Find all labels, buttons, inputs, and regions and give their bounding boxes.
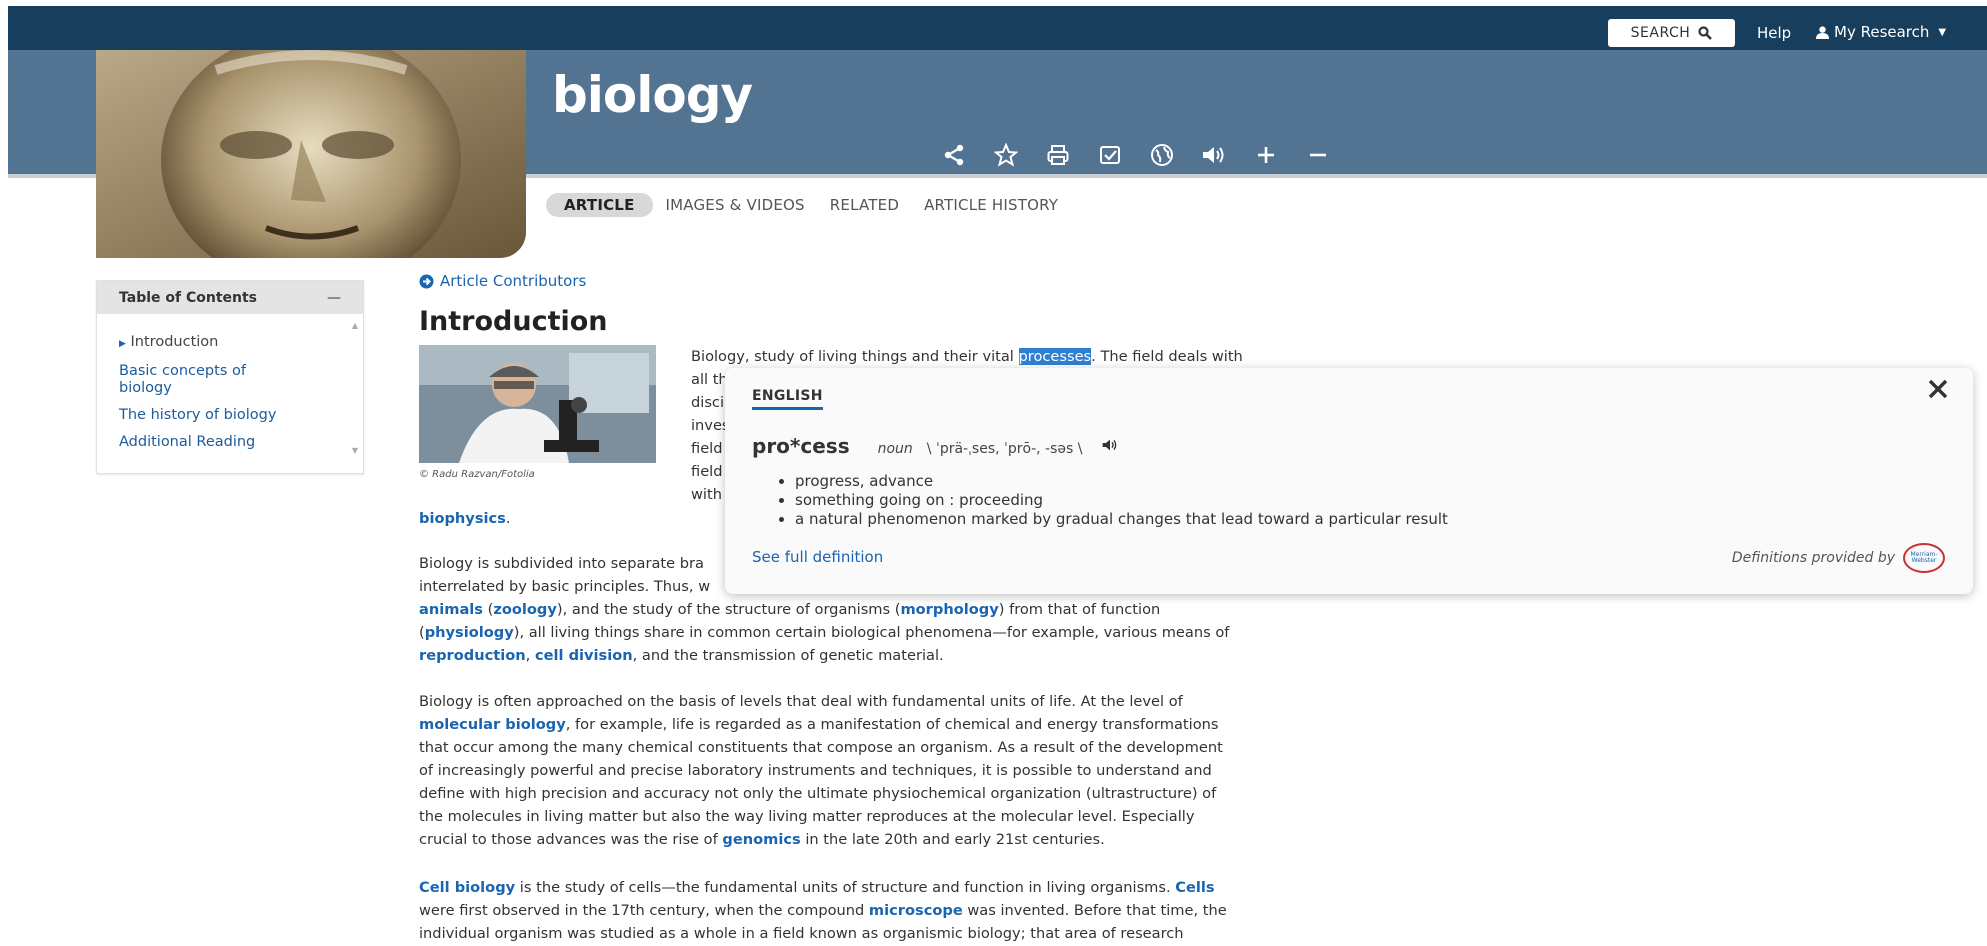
text: the molecules in living matter but also … xyxy=(419,808,1195,825)
text: that occur among the many chemical const… xyxy=(419,739,1223,756)
user-icon xyxy=(1816,25,1829,39)
article-toolbar xyxy=(940,141,1332,169)
toc-list: ▶ Introduction Basic concepts of biology… xyxy=(97,314,363,451)
pronunciation-audio-icon[interactable] xyxy=(1100,437,1120,457)
definitions-provider: Definitions provided by Merriam-Webster xyxy=(1732,543,1945,573)
scroll-down-arrow-icon[interactable]: ▼ xyxy=(350,446,360,455)
entry-header: pro*cess noun \ ˈprä-ˌses, ˈprō-, -səs \ xyxy=(752,434,1120,458)
share-icon[interactable] xyxy=(940,141,968,169)
article-contributors-link[interactable]: Article Contributors xyxy=(419,272,586,290)
text: were first observed in the 17th century,… xyxy=(419,902,869,919)
text: ) from that of function xyxy=(998,601,1161,618)
text: define with high precision and accuracy … xyxy=(419,785,1217,802)
top-bar: SEARCH Help My Research ▼ xyxy=(8,6,1987,50)
text: is the study of cells—the fundamental un… xyxy=(515,879,1176,896)
my-research-menu[interactable]: My Research ▼ xyxy=(1816,23,1946,41)
headword: pro*cess xyxy=(752,434,850,458)
link-biophysics[interactable]: biophysics xyxy=(419,510,506,527)
article-title: biology xyxy=(552,66,753,124)
definition-item: something going on : proceeding xyxy=(795,491,1448,510)
my-research-label: My Research xyxy=(1834,23,1930,41)
logo-text: Merriam-Webster xyxy=(1910,551,1938,564)
hero-image xyxy=(96,50,526,258)
search-button[interactable]: SEARCH xyxy=(1608,19,1735,47)
text: Biology, study of living things and thei… xyxy=(691,348,1019,365)
contributors-label: Article Contributors xyxy=(440,272,587,290)
paragraph-1-end: biophysics. xyxy=(419,507,511,530)
link-molecular-biology[interactable]: molecular biology xyxy=(419,716,566,733)
definition-item: a natural phenomenon marked by gradual c… xyxy=(795,510,1448,529)
search-label: SEARCH xyxy=(1630,25,1691,41)
text: in the late 20th and early 21st centurie… xyxy=(800,831,1105,848)
link-reproduction[interactable]: reproduction xyxy=(419,647,526,664)
link-cells[interactable]: Cells xyxy=(1175,879,1214,896)
lab-photo[interactable] xyxy=(419,345,656,463)
definition-item: progress, advance xyxy=(795,472,1448,491)
zoom-in-icon[interactable] xyxy=(1252,141,1280,169)
section-heading: Introduction xyxy=(419,306,608,337)
toc-title: Table of Contents xyxy=(119,289,258,306)
toc-scrollbar[interactable]: ▲ ▼ xyxy=(350,321,360,471)
paragraph-3: Biology is often approached on the basis… xyxy=(419,690,1223,851)
tab-related[interactable]: RELATED xyxy=(830,193,899,217)
text: crucial to those advances was the rise o… xyxy=(419,831,723,848)
part-of-speech: noun xyxy=(877,441,913,457)
link-genomics[interactable]: genomics xyxy=(722,831,800,848)
toc-item-additional-reading[interactable]: Additional Reading xyxy=(119,434,289,451)
cite-icon[interactable] xyxy=(1096,141,1124,169)
globe-icon[interactable] xyxy=(1148,141,1176,169)
tab-article-history[interactable]: ARTICLE HISTORY xyxy=(924,193,1058,217)
toc-header: Table of Contents — xyxy=(97,281,363,314)
text: ), all living things share in common cer… xyxy=(513,624,1230,641)
current-marker-icon: ▶ xyxy=(119,339,126,349)
link-physiology[interactable]: physiology xyxy=(425,624,514,641)
help-link[interactable]: Help xyxy=(1757,24,1791,42)
star-icon[interactable] xyxy=(992,141,1020,169)
caret-down-icon: ▼ xyxy=(1938,26,1947,38)
close-icon[interactable] xyxy=(1925,376,1951,409)
photo-credit: © Radu Razvan/Fotolia xyxy=(419,469,535,480)
print-icon[interactable] xyxy=(1044,141,1072,169)
see-full-definition-link[interactable]: See full definition xyxy=(752,548,883,566)
toc-item-label: Introduction xyxy=(130,334,219,350)
link-zoology[interactable]: zoology xyxy=(493,601,557,618)
paragraph-4: Cell biology is the study of cells—the f… xyxy=(419,876,1227,945)
link-cell-biology[interactable]: Cell biology xyxy=(419,879,515,896)
definition-list: progress, advance something going on : p… xyxy=(795,472,1448,529)
page: SEARCH Help My Research ▼ biology ARTICL… xyxy=(0,0,1987,946)
text: individual organism was studied as a who… xyxy=(419,925,1184,942)
text: of increasingly powerful and precise lab… xyxy=(419,762,1212,779)
zoom-out-icon[interactable] xyxy=(1304,141,1332,169)
arrow-circle-icon xyxy=(419,274,434,288)
text: , and the transmission of genetic materi… xyxy=(632,647,944,664)
selected-word[interactable]: processes xyxy=(1018,348,1092,365)
link-cell-division[interactable]: cell division xyxy=(535,647,633,664)
scroll-up-arrow-icon[interactable]: ▲ xyxy=(350,321,360,330)
search-icon xyxy=(1698,26,1713,40)
text: was invented. Before that time, the xyxy=(962,902,1227,919)
text: Biology is often approached on the basis… xyxy=(419,693,1183,710)
toc-item-introduction[interactable]: ▶ Introduction xyxy=(119,334,289,353)
provider-label: Definitions provided by xyxy=(1731,550,1895,566)
text: ), and the study of the structure of org… xyxy=(556,601,901,618)
audio-icon[interactable] xyxy=(1200,141,1228,169)
article-tabs: ARTICLE IMAGES & VIDEOS RELATED ARTICLE … xyxy=(546,193,1058,217)
pronunciation: \ ˈprä-ˌses, ˈprō-, -səs \ xyxy=(926,441,1083,457)
tab-images-videos[interactable]: IMAGES & VIDEOS xyxy=(666,193,805,217)
link-microscope[interactable]: microscope xyxy=(869,902,963,919)
link-morphology[interactable]: morphology xyxy=(900,601,998,618)
table-of-contents: Table of Contents — ▶ Introduction Basic… xyxy=(96,280,364,474)
text: . The field deals with xyxy=(1091,348,1243,365)
tab-english[interactable]: ENGLISH xyxy=(752,388,823,410)
link-animals[interactable]: animals xyxy=(419,601,483,618)
text: . xyxy=(505,510,511,527)
text: , for example, life is regarded as a man… xyxy=(565,716,1219,733)
toc-item-history[interactable]: The history of biology xyxy=(119,407,289,424)
tab-article[interactable]: ARTICLE xyxy=(546,193,653,217)
merriam-webster-logo[interactable]: Merriam-Webster xyxy=(1903,543,1945,573)
toc-collapse-button[interactable]: — xyxy=(327,290,341,306)
toc-item-basic-concepts[interactable]: Basic concepts of biology xyxy=(119,363,289,397)
dictionary-popup: ENGLISH pro*cess noun \ ˈprä-ˌses, ˈprō-… xyxy=(725,368,1973,594)
